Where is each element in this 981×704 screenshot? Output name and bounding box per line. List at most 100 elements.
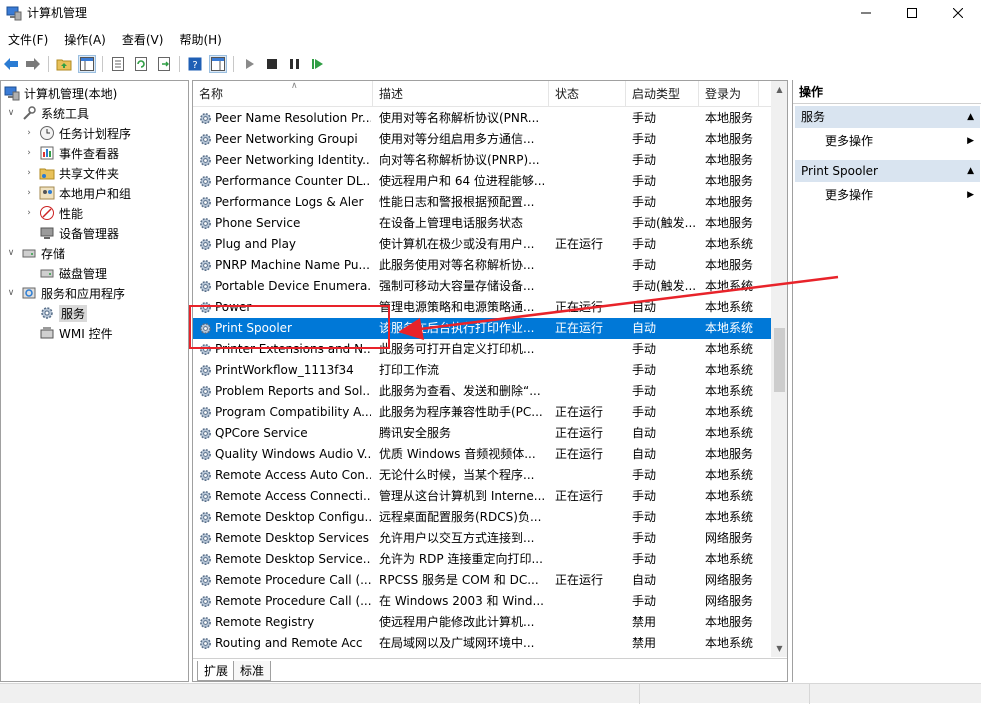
table-row[interactable]: Remote Access Auto Con... 无论什么时候，当某个程序...… xyxy=(193,465,771,486)
table-row[interactable]: Problem Reports and Sol... 此服务为查看、发送和删除“.… xyxy=(193,381,771,402)
menu-view[interactable]: 查看(V) xyxy=(114,28,172,50)
table-row[interactable]: PrintWorkflow_1113f34 打印工作流 手动 本地系统 xyxy=(193,360,771,381)
chevron-right-icon[interactable]: › xyxy=(24,188,34,198)
table-row[interactable]: Phone Service 在设备上管理电话服务状态 手动(触发... 本地服务 xyxy=(193,213,771,234)
tree-item-device-manager[interactable]: 设备管理器 xyxy=(39,223,119,243)
collapse-up-icon[interactable]: ▲ xyxy=(967,106,974,128)
column-header-description[interactable]: 描述 xyxy=(373,81,549,107)
chevron-right-icon[interactable]: › xyxy=(24,168,34,178)
tree-item-system-tools[interactable]: ∨ 系统工具 xyxy=(6,103,89,123)
tree-item-performance[interactable]: › 性能 xyxy=(24,203,83,223)
table-row[interactable]: Print Spooler 该服务在后台执行打印作业... 正在运行 自动 本地系统 xyxy=(193,318,771,339)
column-header-startup-type[interactable]: 启动类型 xyxy=(626,81,699,107)
menu-action[interactable]: 操作(A) xyxy=(56,28,114,50)
services-apps-icon xyxy=(22,287,36,299)
action-more-actions[interactable]: 更多操作 ▶ xyxy=(793,184,981,206)
tree-item-shared-folders[interactable]: › 共享文件夹 xyxy=(24,163,119,183)
chevron-right-icon[interactable]: › xyxy=(24,148,34,158)
cell-description: 远程桌面配置服务(RDCS)负... xyxy=(379,510,542,524)
close-button[interactable] xyxy=(935,0,981,26)
properties-button[interactable] xyxy=(109,55,127,73)
column-header-name[interactable]: 名称 xyxy=(193,81,373,107)
table-row[interactable]: Peer Networking Groupi 使用对等分组启用多方通信... 手动 本… xyxy=(193,129,771,150)
service-gear-icon xyxy=(200,176,211,187)
refresh-button[interactable] xyxy=(132,55,150,73)
table-row[interactable]: Remote Registry 使远程用户能修改此计算机... 禁用 本地服务 xyxy=(193,612,771,633)
table-row[interactable]: Remote Desktop Service... 允许为 RDP 连接重定向打印… xyxy=(193,549,771,570)
tree-item-services-and-applications[interactable]: ∨ 服务和应用程序 xyxy=(6,283,125,303)
section-label: 服务 xyxy=(801,110,826,124)
show-hide-tree-button[interactable] xyxy=(78,55,96,73)
table-row[interactable]: Performance Logs & Aler 性能日志和警报根据预配置... 手动… xyxy=(193,192,771,213)
table-row[interactable]: Peer Name Resolution Pr... 使用对等名称解析协议(PNR… xyxy=(193,108,771,129)
vertical-scrollbar[interactable]: ▲ ▼ xyxy=(771,81,787,657)
chevron-down-icon[interactable]: ∨ xyxy=(6,108,16,118)
table-row[interactable]: Peer Networking Identity... 向对等名称解析协议(PNR… xyxy=(193,150,771,171)
column-header-status[interactable]: 状态 xyxy=(549,81,626,107)
actions-section-services[interactable]: 服务 ▲ xyxy=(795,106,980,128)
table-row[interactable]: Quality Windows Audio V... 优质 Windows 音频视… xyxy=(193,444,771,465)
up-button[interactable] xyxy=(55,55,73,73)
restart-service-button[interactable] xyxy=(309,55,327,73)
tree-item-services[interactable]: 服务 xyxy=(39,303,88,323)
column-header-logon-as[interactable]: 登录为 xyxy=(699,81,759,107)
scroll-up-icon[interactable]: ▲ xyxy=(771,81,787,98)
service-gear-icon xyxy=(200,197,211,208)
actions-section-print-spooler[interactable]: Print Spooler ▲ xyxy=(795,160,980,182)
back-arrow-icon xyxy=(4,58,18,70)
help-button[interactable]: ? xyxy=(186,55,204,73)
cell-status xyxy=(555,192,625,213)
maximize-button[interactable] xyxy=(889,0,935,26)
start-service-button[interactable] xyxy=(241,55,259,73)
action-more-actions[interactable]: 更多操作 ▶ xyxy=(793,130,981,152)
tree-item-local-users-groups[interactable]: › 本地用户和组 xyxy=(24,183,131,203)
cell-name: Program Compatibility A... xyxy=(215,405,371,419)
table-row[interactable]: Performance Counter DL... 使远程用户和 64 位进程能够… xyxy=(193,171,771,192)
cell-status xyxy=(555,129,625,150)
menu-file[interactable]: 文件(F) xyxy=(0,28,56,50)
cell-name: Peer Networking Groupi xyxy=(215,132,358,146)
stop-service-button[interactable] xyxy=(263,55,281,73)
service-gear-icon xyxy=(200,449,211,460)
forward-button[interactable] xyxy=(24,55,42,73)
table-row[interactable]: Printer Extensions and N... 此服务可打开自定义打印机.… xyxy=(193,339,771,360)
scrollbar-thumb[interactable] xyxy=(774,328,785,392)
tree-item-disk-management[interactable]: 磁盘管理 xyxy=(39,263,107,283)
table-row[interactable]: PNRP Machine Name Pu... 此服务使用对等名称解析协... 手动… xyxy=(193,255,771,276)
table-row[interactable]: QPCore Service 腾讯安全服务 正在运行 自动 本地系统 xyxy=(193,423,771,444)
view-button[interactable] xyxy=(209,55,227,73)
tree-item-wmi-control[interactable]: WMI 控件 xyxy=(39,323,113,343)
table-row[interactable]: Remote Desktop Configu... 远程桌面配置服务(RDCS)负… xyxy=(193,507,771,528)
menu-help[interactable]: 帮助(H) xyxy=(171,28,229,50)
service-gear-icon xyxy=(200,344,211,355)
tree-item-task-scheduler[interactable]: › 任务计划程序 xyxy=(24,123,131,143)
table-row[interactable]: Remote Desktop Services 允许用户以交互方式连接到... 手动… xyxy=(193,528,771,549)
scroll-down-icon[interactable]: ▼ xyxy=(771,640,787,657)
tab-standard[interactable]: 标准 xyxy=(233,661,272,681)
table-row[interactable]: Portable Device Enumera... 强制可移动大容量存储设备..… xyxy=(193,276,771,297)
table-row[interactable]: Routing and Remote Acc 在局域网以及广域网环境中... 禁用 本… xyxy=(193,633,771,654)
list-header: ∧ 名称 描述 状态 启动类型 登录为 xyxy=(193,81,787,107)
tree-item-computer-management[interactable]: 计算机管理(本地) xyxy=(4,83,117,103)
table-row[interactable]: Remote Procedure Call (... RPCSS 服务是 COM … xyxy=(193,570,771,591)
chevron-right-icon[interactable]: › xyxy=(24,128,34,138)
cell-name: Peer Name Resolution Pr... xyxy=(215,111,371,125)
chevron-right-icon[interactable]: › xyxy=(24,208,34,218)
table-row[interactable]: Plug and Play 使计算机在极少或没有用户... 正在运行 手动 本地系统 xyxy=(193,234,771,255)
tree-item-event-viewer[interactable]: › 事件查看器 xyxy=(24,143,119,163)
pause-service-button[interactable] xyxy=(286,55,304,73)
tab-extended[interactable]: 扩展 xyxy=(197,661,236,681)
cell-status xyxy=(555,255,625,276)
table-row[interactable]: Power 管理电源策略和电源策略通... 正在运行 自动 本地系统 xyxy=(193,297,771,318)
chevron-down-icon[interactable]: ∨ xyxy=(6,288,16,298)
table-row[interactable]: Remote Access Connecti... 管理从这台计算机到 Inter… xyxy=(193,486,771,507)
chevron-down-icon[interactable]: ∨ xyxy=(6,248,16,258)
table-row[interactable]: Remote Procedure Call (... 在 Windows 2003… xyxy=(193,591,771,612)
minimize-button[interactable] xyxy=(843,0,889,26)
export-list-button[interactable] xyxy=(155,55,173,73)
cell-startup-type: 禁用 xyxy=(632,636,657,650)
tree-item-storage[interactable]: ∨ 存储 xyxy=(6,243,65,263)
collapse-up-icon[interactable]: ▲ xyxy=(967,160,974,182)
table-row[interactable]: Program Compatibility A... 此服务为程序兼容性助手(PC… xyxy=(193,402,771,423)
back-button[interactable] xyxy=(2,55,20,73)
